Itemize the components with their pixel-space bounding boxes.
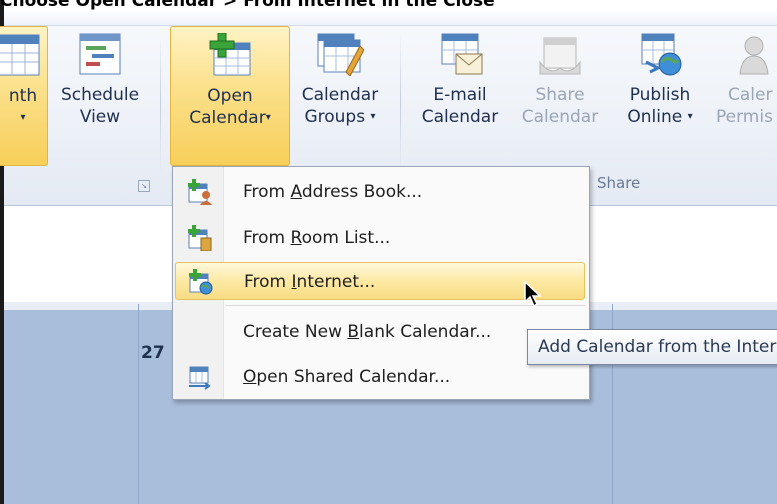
group-separator xyxy=(160,34,161,174)
internet-calendar-icon xyxy=(189,269,213,295)
schedule-view-icon xyxy=(79,33,121,75)
calendar-permissions-label-1: Caler xyxy=(728,85,773,105)
month-view-label-1: nth xyxy=(8,86,38,106)
menu-item-accelerator: A xyxy=(290,182,302,202)
email-calendar-label-2: Calendar xyxy=(421,107,499,127)
menu-item-accelerator: B xyxy=(347,322,360,342)
menu-item-text: Create New xyxy=(243,322,348,342)
publish-online-label-1: Publish xyxy=(629,85,691,105)
calendar-groups-icon xyxy=(317,33,364,76)
open-calendar-icon xyxy=(209,33,251,76)
publish-online-label-2: Online xyxy=(627,107,683,127)
ribbon-tab-strip xyxy=(4,9,777,26)
menu-item-text: ddress Book... xyxy=(301,182,423,202)
menu-item-from-address-book[interactable]: From Address Book... xyxy=(175,173,585,211)
open-calendar-label-1: Open xyxy=(207,86,253,106)
month-view-label-2: ▾ xyxy=(20,112,26,123)
schedule-view-label-1: Schedule xyxy=(60,85,140,105)
publish-online-button[interactable]: Publish Online ▾ xyxy=(612,26,708,164)
share-calendar-button[interactable]: Share Calendar xyxy=(512,26,608,164)
calendar-groups-label-1: Calendar xyxy=(301,85,379,105)
share-calendar-label-1: Share xyxy=(535,85,585,105)
email-calendar-label-1: E-mail xyxy=(433,85,487,105)
open-calendar-dropdown-icon: ▾ xyxy=(265,112,271,123)
room-list-icon xyxy=(188,225,212,251)
day-number: 27 xyxy=(141,343,165,363)
menu-item-accelerator: R xyxy=(290,228,302,248)
menu-item-from-room-list[interactable]: From Room List... xyxy=(175,219,585,257)
calendar-groups-label-2: Groups xyxy=(304,107,366,127)
schedule-view-button[interactable]: Schedule View xyxy=(50,26,150,164)
mouse-cursor-icon xyxy=(524,280,542,308)
calendar-permissions-icon xyxy=(739,36,769,75)
share-group-label: Share xyxy=(597,174,641,192)
instruction-caption: Choose Open Calendar > From Internet in … xyxy=(0,0,495,11)
outlook-window: nth ▾ Schedule View ↘ Open Calendar▾ Cal… xyxy=(0,0,777,504)
tooltip: Add Calendar from the Internet xyxy=(527,329,777,365)
menu-item-text: lank Calendar... xyxy=(359,322,492,342)
menu-item-open-shared-calendar[interactable]: Open Shared Calendar... xyxy=(175,358,585,396)
menu-item-text: From xyxy=(243,228,291,248)
email-calendar-icon xyxy=(441,33,483,75)
menu-item-text: nternet... xyxy=(296,272,376,292)
shared-calendar-icon xyxy=(189,366,211,390)
calendar-groups-button[interactable]: Calendar Groups ▾ xyxy=(290,26,390,164)
share-calendar-label-2: Calendar xyxy=(521,107,599,127)
menu-item-create-new-blank-calendar[interactable]: Create New Blank Calendar... xyxy=(175,313,585,351)
schedule-view-label-2: View xyxy=(79,107,121,127)
dialog-launcher-icon[interactable]: ↘ xyxy=(138,180,150,192)
email-calendar-button[interactable]: E-mail Calendar xyxy=(412,26,508,164)
address-book-icon xyxy=(188,179,212,205)
menu-item-accelerator: O xyxy=(243,367,257,387)
publish-online-icon xyxy=(641,33,682,76)
calendar-permissions-button[interactable]: Caler Permis xyxy=(712,26,777,164)
open-calendar-label-2: Calendar xyxy=(189,108,266,128)
calendar-gridline xyxy=(138,304,139,504)
open-calendar-button[interactable]: Open Calendar▾ xyxy=(170,26,290,166)
menu-item-text: From xyxy=(243,182,291,202)
publish-online-dropdown-icon: ▾ xyxy=(687,111,693,122)
month-view-icon xyxy=(0,34,40,76)
menu-item-text: oom List... xyxy=(301,228,391,248)
share-calendar-icon xyxy=(539,37,581,75)
calendar-groups-dropdown-icon: ▾ xyxy=(370,111,376,122)
month-view-button[interactable]: nth ▾ xyxy=(0,26,48,166)
group-separator xyxy=(400,34,401,174)
menu-item-text: From xyxy=(244,272,292,292)
calendar-permissions-label-2: Permis xyxy=(716,107,773,127)
menu-item-text: pen Shared Calendar... xyxy=(256,367,451,387)
